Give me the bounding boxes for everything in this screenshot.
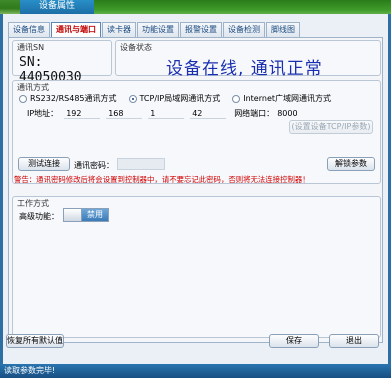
device-status-group: 设备状态 设备在线, 通讯正常 xyxy=(115,40,381,79)
ip-row: IP地址： 192 168 1 42 网络端口： 8000 xyxy=(27,108,314,119)
tab-communication-port[interactable]: 通讯与端口 xyxy=(51,22,101,38)
password-warning: 警告：通讯密码修改后将会设置到控制器中，请不要忘记此密码，否则将无法连接控制器！ xyxy=(14,175,310,184)
ip-octet-4[interactable]: 42 xyxy=(190,108,227,119)
window-title: 设备属性 xyxy=(20,0,94,14)
status-bar: 读取参数完毕! xyxy=(0,364,391,378)
port-label: 网络端口： xyxy=(234,109,275,118)
device-status-label: 设备状态 xyxy=(120,43,152,52)
tab-device-info[interactable]: 设备信息 xyxy=(8,22,50,37)
radio-tcpip[interactable]: TCP/IP局域网通讯方式 xyxy=(128,93,221,104)
radio-rs232-label: RS232/RS485通讯方式 xyxy=(30,94,117,103)
sn-group: 通讯SN SN: 44050030 xyxy=(12,40,112,85)
toggle-knob xyxy=(64,209,82,221)
tab-card-reader[interactable]: 读卡器 xyxy=(102,22,136,37)
unlock-params-button[interactable]: 解锁参数 xyxy=(327,157,375,171)
radio-internet[interactable]: Internet广域网通讯方式 xyxy=(232,93,331,104)
test-connection-button[interactable]: 测试连接 xyxy=(18,157,70,171)
toggle-state-label: 禁用 xyxy=(82,209,108,221)
device-properties-window: 设备属性 设备信息 通讯与端口 读卡器 功能设置 报警设置 设备检测 脚线图 通… xyxy=(0,0,391,378)
tab-panel: 通讯SN SN: 44050030 设备状态 设备在线, 通讯正常 通讯方式 R… xyxy=(8,37,383,343)
ip-octet-3[interactable]: 1 xyxy=(148,108,185,119)
port-field[interactable]: 8000 xyxy=(274,108,314,119)
ip-octet-1[interactable]: 192 xyxy=(64,108,101,119)
advanced-function-label: 高级功能： xyxy=(19,212,59,221)
comm-method-options: RS232/RS485通讯方式 TCP/IP局域网通讯方式 Internet广域… xyxy=(19,93,343,104)
radio-tcpip-label: TCP/IP局域网通讯方式 xyxy=(139,94,221,103)
save-button[interactable]: 保存 xyxy=(269,334,319,348)
tab-device-test[interactable]: 设备检测 xyxy=(223,22,265,37)
radio-rs232[interactable]: RS232/RS485通讯方式 xyxy=(19,93,117,104)
title-bar-fill xyxy=(94,0,391,14)
work-mode-label: 工作方式 xyxy=(17,199,49,208)
set-tcpip-button[interactable]: (设置设备TCP/IP参数) xyxy=(289,120,373,134)
radio-circle-icon xyxy=(19,94,27,103)
radio-circle-icon xyxy=(232,94,241,103)
advanced-function-toggle[interactable]: 禁用 xyxy=(63,208,109,222)
password-label: 通讯密码： xyxy=(74,161,114,170)
title-bar: 设备属性 xyxy=(0,0,391,14)
work-mode-group: 工作方式 高级功能： 禁用 xyxy=(12,196,381,338)
password-field[interactable] xyxy=(117,158,165,170)
sn-group-label: 通讯SN xyxy=(17,43,45,52)
tab-wiring-diagram[interactable]: 脚线图 xyxy=(266,22,300,37)
device-status-text: 设备在线, 通讯正常 xyxy=(166,59,323,79)
comm-method-label: 通讯方式 xyxy=(17,83,49,92)
exit-button[interactable]: 退出 xyxy=(329,334,379,348)
tab-bar: 设备信息 通讯与端口 读卡器 功能设置 报警设置 设备检测 脚线图 xyxy=(8,22,301,38)
restore-defaults-button[interactable]: 恢复所有默认值 xyxy=(6,334,64,348)
tab-alarm-settings[interactable]: 报警设置 xyxy=(180,22,222,37)
tab-function-settings[interactable]: 功能设置 xyxy=(137,22,179,37)
ip-octet-2[interactable]: 168 xyxy=(106,108,143,119)
window-frame: 设备信息 通讯与端口 读卡器 功能设置 报警设置 设备检测 脚线图 通讯SN S… xyxy=(0,14,391,366)
ip-label: IP地址： xyxy=(27,109,59,118)
radio-checked-icon xyxy=(128,94,137,103)
radio-internet-label: Internet广域网通讯方式 xyxy=(243,94,331,103)
